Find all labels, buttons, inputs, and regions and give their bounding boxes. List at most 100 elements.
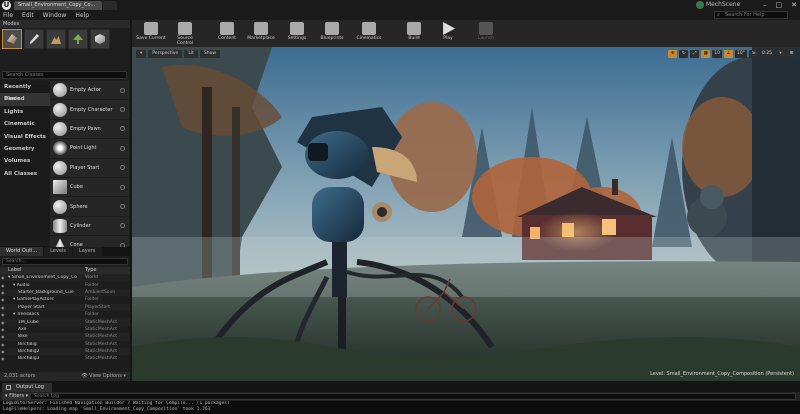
outliner-row[interactable]: ◉ BirchBig3 StaticMeshAct [0, 355, 130, 362]
category-visual-effects[interactable]: Visual Effects [0, 131, 50, 143]
outliner-row-label: BirchBig3 [18, 356, 40, 362]
level-document-tab[interactable]: Small_Environment_Copy_Co... [14, 1, 102, 10]
class-label: Cylinder [70, 222, 91, 229]
viewport-right-controls: ⊕ ↻ ⤢ ▦ 10 ∠ 10° ⇲ 0.25 ▾ ⊞ [668, 50, 796, 58]
class-item[interactable]: Point Light [50, 139, 129, 159]
scale-snap-value[interactable]: 0.25 [759, 50, 774, 58]
camera-speed-button[interactable]: ▾ [776, 50, 785, 58]
cube-icon [53, 180, 67, 195]
tab-levels[interactable]: Levels [44, 247, 72, 256]
show-button[interactable]: Show [199, 50, 221, 58]
blueprint-button[interactable]: Blueprints [316, 21, 348, 46]
grid-snap-toggle[interactable]: ▦ [701, 50, 711, 58]
content-button[interactable]: Content [211, 21, 243, 46]
play-button[interactable]: Play [432, 21, 464, 46]
class-item[interactable]: Empty Character [50, 100, 129, 120]
class-label: Cube [70, 184, 83, 191]
outliner-row[interactable]: ◉ Player Start PlayerStart [0, 303, 130, 311]
gear-icon [290, 22, 304, 35]
column-label[interactable]: Label [0, 267, 85, 274]
minimize-button[interactable]: – [763, 0, 767, 10]
launch-button[interactable]: Launch [470, 21, 502, 46]
view-options-button[interactable]: 👁 View Options ▾ [81, 372, 126, 381]
outliner-row[interactable]: ◉ ▾ TreesBack Folder [0, 311, 130, 318]
tab-world-outliner[interactable]: World Outl... [0, 247, 44, 256]
help-icon[interactable] [120, 165, 125, 171]
foliage-mode-button[interactable] [68, 29, 88, 49]
tab-output-log[interactable]: Output Log [2, 383, 52, 392]
class-item[interactable]: Player Start [50, 159, 129, 178]
scale-snap-toggle[interactable]: ⇲ [748, 50, 758, 58]
column-type[interactable]: Type [85, 267, 96, 274]
category-cinematic[interactable]: Cinematic [0, 118, 50, 130]
help-icon[interactable] [120, 204, 125, 210]
outliner-row[interactable]: ◉ ▾ GamePlayActors Folder [0, 296, 130, 303]
level-viewport[interactable]: ▾ Perspective Lit Show ⊕ ↻ ⤢ ▦ 10 ∠ 10° … [132, 47, 800, 381]
toolbar-label: Blueprints [320, 36, 344, 41]
menu-window[interactable]: Window [43, 12, 67, 19]
outliner-row[interactable]: ◉ Starter_Background_Cue AmbientSoun [0, 288, 130, 297]
tab-layers[interactable]: Layers [72, 247, 102, 256]
outliner-row[interactable]: ◉ 1M_Cube StaticMeshAct [0, 318, 130, 326]
outliner-search-input[interactable]: Search... [2, 258, 128, 265]
class-item[interactable]: Cylinder [50, 217, 129, 237]
help-icon[interactable] [120, 126, 125, 132]
class-item[interactable]: Cube [50, 178, 129, 198]
category-basic[interactable]: Basic [0, 93, 50, 106]
category-geometry[interactable]: Geometry [0, 143, 50, 155]
title-bar: U Small_Environment_Copy_Co... MechScene… [0, 0, 800, 10]
clapper-button[interactable]: Cinematics [353, 21, 385, 46]
maximize-button[interactable]: □ [776, 0, 783, 10]
category-lights[interactable]: Lights [0, 106, 50, 118]
help-icon[interactable] [120, 223, 125, 229]
scale-mode-button[interactable]: ⤢ [690, 50, 700, 58]
help-icon[interactable] [120, 107, 125, 113]
lit-button[interactable]: Lit [184, 50, 198, 58]
category-volumes[interactable]: Volumes [0, 155, 50, 167]
outliner-row[interactable]: ◉ BirchBig2 StaticMeshAct [0, 347, 130, 356]
landscape-mode-button[interactable] [46, 29, 66, 49]
category-all-classes[interactable]: All Classes [0, 168, 50, 180]
search-log-input[interactable]: Search Log [30, 393, 796, 400]
help-icon[interactable] [120, 145, 125, 151]
search-classes-input[interactable]: Search Classes [2, 71, 127, 79]
outliner-row[interactable]: ◉ ▾ Audio Folder [0, 281, 130, 288]
outliner-row[interactable]: ◉ Bike StaticMeshAct [0, 333, 130, 341]
viewport-options-button[interactable]: ▾ [136, 50, 147, 58]
gear-button[interactable]: Settings [281, 21, 313, 46]
help-icon[interactable] [120, 87, 125, 93]
menu-file[interactable]: File [3, 12, 13, 19]
close-button[interactable]: ✕ [791, 0, 797, 10]
unreal-logo-icon[interactable]: U [2, 1, 11, 10]
outliner-row[interactable]: ◉ BirchBig StaticMeshAct [0, 341, 130, 348]
marketplace-button[interactable]: Marketplace [245, 21, 277, 46]
class-item[interactable]: Sphere [50, 197, 129, 217]
geometry-mode-button[interactable] [90, 29, 110, 49]
class-item[interactable]: Empty Actor [50, 81, 129, 101]
paint-mode-button[interactable] [24, 29, 44, 49]
grid-snap-value[interactable]: 10 [712, 50, 722, 58]
save-icon [144, 22, 158, 35]
outliner-row[interactable]: ◉ ▾ Small_Environment_Copy_Co World [0, 274, 130, 282]
save-button[interactable]: Save Current [135, 21, 167, 46]
maximize-viewport-button[interactable]: ⊞ [787, 50, 796, 58]
source-control-button[interactable]: Source Control [169, 21, 201, 46]
menu-help[interactable]: Help [75, 12, 89, 19]
translate-mode-button[interactable]: ⊕ [668, 50, 678, 58]
player-start-icon [53, 160, 67, 175]
menu-edit[interactable]: Edit [22, 12, 34, 19]
rotate-mode-button[interactable]: ↻ [679, 50, 689, 58]
search-help-input[interactable]: ⌕ Search For Help [714, 11, 788, 19]
category-recently-placed[interactable]: Recently Placed [0, 81, 50, 102]
help-icon[interactable] [120, 184, 125, 190]
geometry-mode-icon [95, 34, 105, 44]
outliner-row-type: Folder [85, 312, 99, 318]
rotation-snap-value[interactable]: 10° [734, 50, 747, 58]
class-item[interactable]: Empty Pawn [50, 120, 129, 140]
rotation-snap-toggle[interactable]: ∠ [723, 50, 733, 58]
outliner-row[interactable]: ◉ Axe StaticMeshAct [0, 326, 130, 333]
place-mode-button[interactable] [2, 29, 22, 49]
perspective-button[interactable]: Perspective [148, 50, 183, 58]
build-button[interactable]: Build [398, 21, 430, 46]
filters-button[interactable]: ▾ Filters ▾ [2, 393, 32, 400]
